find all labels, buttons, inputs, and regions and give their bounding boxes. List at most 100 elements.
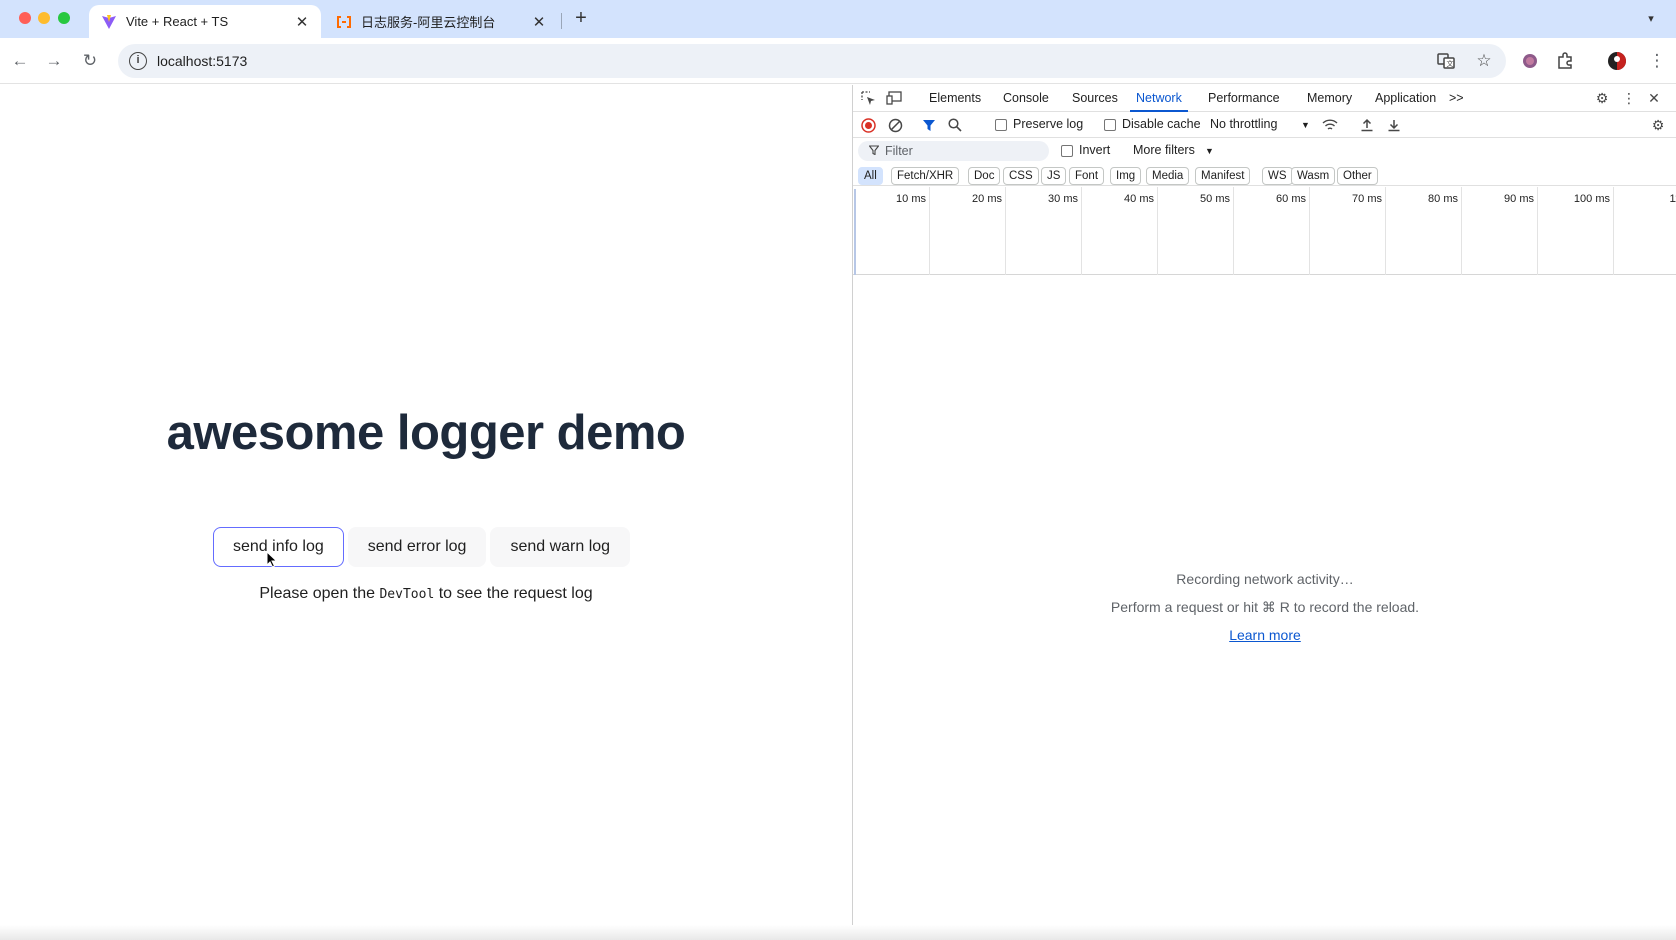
browser-menu-icon[interactable]: ⋮ xyxy=(1645,49,1669,73)
extension-profile-icon[interactable] xyxy=(1518,49,1542,73)
learn-more-link[interactable]: Learn more xyxy=(1229,627,1301,643)
tab-separator xyxy=(561,13,562,29)
network-overview-timeline[interactable]: 10 ms 20 ms 30 ms 40 ms 50 ms 60 ms 70 ms 80 ms… xyxy=(853,187,1676,275)
send-warn-log-button[interactable]: send warn log xyxy=(490,527,631,567)
timeline-tick-label: 60 ms xyxy=(1276,193,1306,205)
disable-cache-label: Disable cache xyxy=(1122,117,1201,131)
invert-checkbox[interactable] xyxy=(1061,145,1073,157)
record-stop-icon[interactable] xyxy=(859,116,877,134)
type-filter-font[interactable]: Font xyxy=(1069,167,1105,185)
devtools-tab-console[interactable]: Console xyxy=(1003,85,1049,112)
preserve-log-checkbox[interactable] xyxy=(995,119,1007,131)
devtools-settings-icon[interactable]: ⚙ xyxy=(1593,89,1611,107)
new-tab-button[interactable]: + xyxy=(570,6,592,30)
translate-icon[interactable]: 文 xyxy=(1436,51,1456,71)
devtools-tab-memory[interactable]: Memory xyxy=(1307,85,1352,112)
timeline-tick-label: 40 ms xyxy=(1124,193,1154,205)
timeline-gridline xyxy=(1385,187,1386,275)
devtools-close-icon[interactable]: ✕ xyxy=(1645,89,1663,107)
type-filter-other[interactable]: Other xyxy=(1337,167,1378,185)
close-tab-icon[interactable]: ✕ xyxy=(530,13,548,31)
type-filter-img[interactable]: Img xyxy=(1110,167,1142,185)
browser-tab-vite[interactable]: Vite + React + TS ✕ xyxy=(89,5,321,38)
timeline-marker xyxy=(854,189,856,275)
search-icon[interactable] xyxy=(946,116,964,134)
device-toolbar-icon[interactable] xyxy=(885,89,903,107)
devtools-tab-application[interactable]: Application xyxy=(1375,85,1436,112)
timeline-gridline xyxy=(1461,187,1462,275)
filter-bar: Filter Invert More filters ▼ xyxy=(853,138,1676,164)
type-filter-all[interactable]: All xyxy=(858,167,883,185)
timeline-tick-label: 90 ms xyxy=(1504,193,1534,205)
type-filter-doc[interactable]: Doc xyxy=(968,167,1001,185)
back-icon[interactable]: ← xyxy=(8,49,32,73)
send-info-log-button[interactable]: send info log xyxy=(213,527,344,567)
filter-funnel-icon[interactable] xyxy=(920,116,938,134)
type-filter-fetch-xhr[interactable]: Fetch/XHR xyxy=(891,167,960,185)
devtools-tab-network[interactable]: Network xyxy=(1130,85,1188,112)
forward-icon[interactable]: → xyxy=(42,49,66,73)
extensions-puzzle-icon[interactable] xyxy=(1553,49,1577,73)
import-har-icon[interactable] xyxy=(1358,116,1376,134)
window-maximize-button[interactable] xyxy=(58,12,70,24)
type-filter-js[interactable]: JS xyxy=(1041,167,1067,185)
hint-before: Please open the xyxy=(259,585,376,602)
devtools-tab-elements[interactable]: Elements xyxy=(929,85,981,112)
more-filters-button[interactable]: More filters xyxy=(1133,143,1195,157)
clear-icon[interactable] xyxy=(886,116,904,134)
network-toolbar: Preserve log Disable cache No throttling… xyxy=(853,112,1676,138)
svg-text:文: 文 xyxy=(1447,59,1454,68)
timeline-tick-label: 20 ms xyxy=(972,193,1002,205)
filter-icon xyxy=(868,144,880,158)
network-conditions-icon[interactable] xyxy=(1321,116,1339,134)
bookmark-star-icon[interactable]: ☆ xyxy=(1474,51,1494,71)
devtools-tab-sources[interactable]: Sources xyxy=(1072,85,1118,112)
throttling-dropdown-icon[interactable]: ▼ xyxy=(1301,120,1310,130)
window-close-button[interactable] xyxy=(19,12,31,24)
timeline-gridline xyxy=(929,187,930,275)
type-filter-css[interactable]: CSS xyxy=(1003,167,1039,185)
type-filter-manifest[interactable]: Manifest xyxy=(1195,167,1251,185)
browser-tab-aliyun[interactable]: 日志服务-阿里云控制台 ✕ xyxy=(324,5,558,38)
address-bar[interactable]: i localhost:5173 文 ☆ xyxy=(118,44,1506,78)
tab-title: Vite + React + TS xyxy=(126,14,229,29)
recording-message: Recording network activity… xyxy=(1176,571,1354,587)
timeline-tick-label: 110 xyxy=(1669,193,1676,205)
vite-icon xyxy=(101,14,117,30)
timeline-tick-label: 70 ms xyxy=(1352,193,1382,205)
inspect-element-icon[interactable] xyxy=(859,89,877,107)
reload-icon[interactable]: ↻ xyxy=(78,49,102,73)
hint-code: DevTool xyxy=(379,587,435,602)
tab-title: 日志服务-阿里云控制台 xyxy=(361,15,496,30)
network-settings-icon[interactable]: ⚙ xyxy=(1649,116,1667,134)
type-filter-media[interactable]: Media xyxy=(1146,167,1190,185)
timeline-gridline xyxy=(1537,187,1538,275)
tab-search-icon[interactable]: ▾ xyxy=(1640,8,1662,30)
type-filter-wasm[interactable]: Wasm xyxy=(1291,167,1336,185)
export-har-icon[interactable] xyxy=(1385,116,1403,134)
window-minimize-button[interactable] xyxy=(38,12,50,24)
more-filters-dropdown-icon[interactable]: ▼ xyxy=(1205,146,1214,156)
disable-cache-checkbox[interactable] xyxy=(1104,119,1116,131)
close-tab-icon[interactable]: ✕ xyxy=(293,13,311,31)
devtools-tab-bar: Elements Console Sources Network Perform… xyxy=(853,85,1676,112)
timeline-gridline xyxy=(1233,187,1234,275)
more-tabs-icon[interactable]: >> xyxy=(1449,85,1464,112)
type-filter-ws[interactable]: WS xyxy=(1262,167,1293,185)
preserve-log-label: Preserve log xyxy=(1013,117,1084,131)
timeline-gridline xyxy=(1309,187,1310,275)
profile-avatar-icon[interactable] xyxy=(1605,49,1629,73)
timeline-gridline xyxy=(1157,187,1158,275)
send-error-log-button[interactable]: send error log xyxy=(347,527,487,567)
address-url[interactable]: localhost:5173 xyxy=(157,53,247,69)
timeline-tick-label: 30 ms xyxy=(1048,193,1078,205)
timeline-tick-label: 10 ms xyxy=(896,193,926,205)
resource-type-filters: All Fetch/XHR Doc CSS JS Font Img Media … xyxy=(853,164,1676,186)
site-info-icon[interactable]: i xyxy=(129,52,147,70)
throttling-select[interactable]: No throttling xyxy=(1210,117,1277,131)
window-bottom-shadow xyxy=(0,925,1676,940)
devtools-menu-icon[interactable]: ⋮ xyxy=(1620,89,1638,107)
filter-input[interactable]: Filter xyxy=(858,141,1049,161)
timeline-tick-label: 50 ms xyxy=(1200,193,1230,205)
devtools-tab-performance[interactable]: Performance xyxy=(1208,85,1280,112)
